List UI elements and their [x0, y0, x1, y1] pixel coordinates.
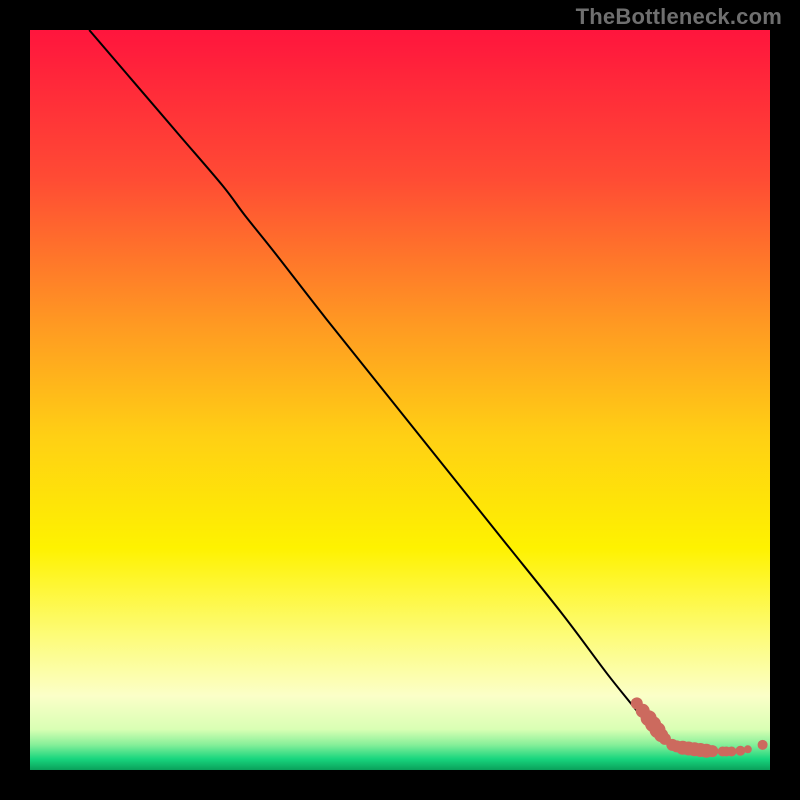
- watermark-text: TheBottleneck.com: [576, 4, 782, 30]
- plot-area: [30, 30, 770, 770]
- data-point: [744, 745, 752, 753]
- data-point: [735, 746, 745, 756]
- gradient-background: [30, 30, 770, 770]
- chart-svg: [30, 30, 770, 770]
- data-point: [706, 745, 718, 757]
- data-point: [727, 747, 737, 757]
- chart-stage: TheBottleneck.com: [0, 0, 800, 800]
- data-point: [758, 740, 768, 750]
